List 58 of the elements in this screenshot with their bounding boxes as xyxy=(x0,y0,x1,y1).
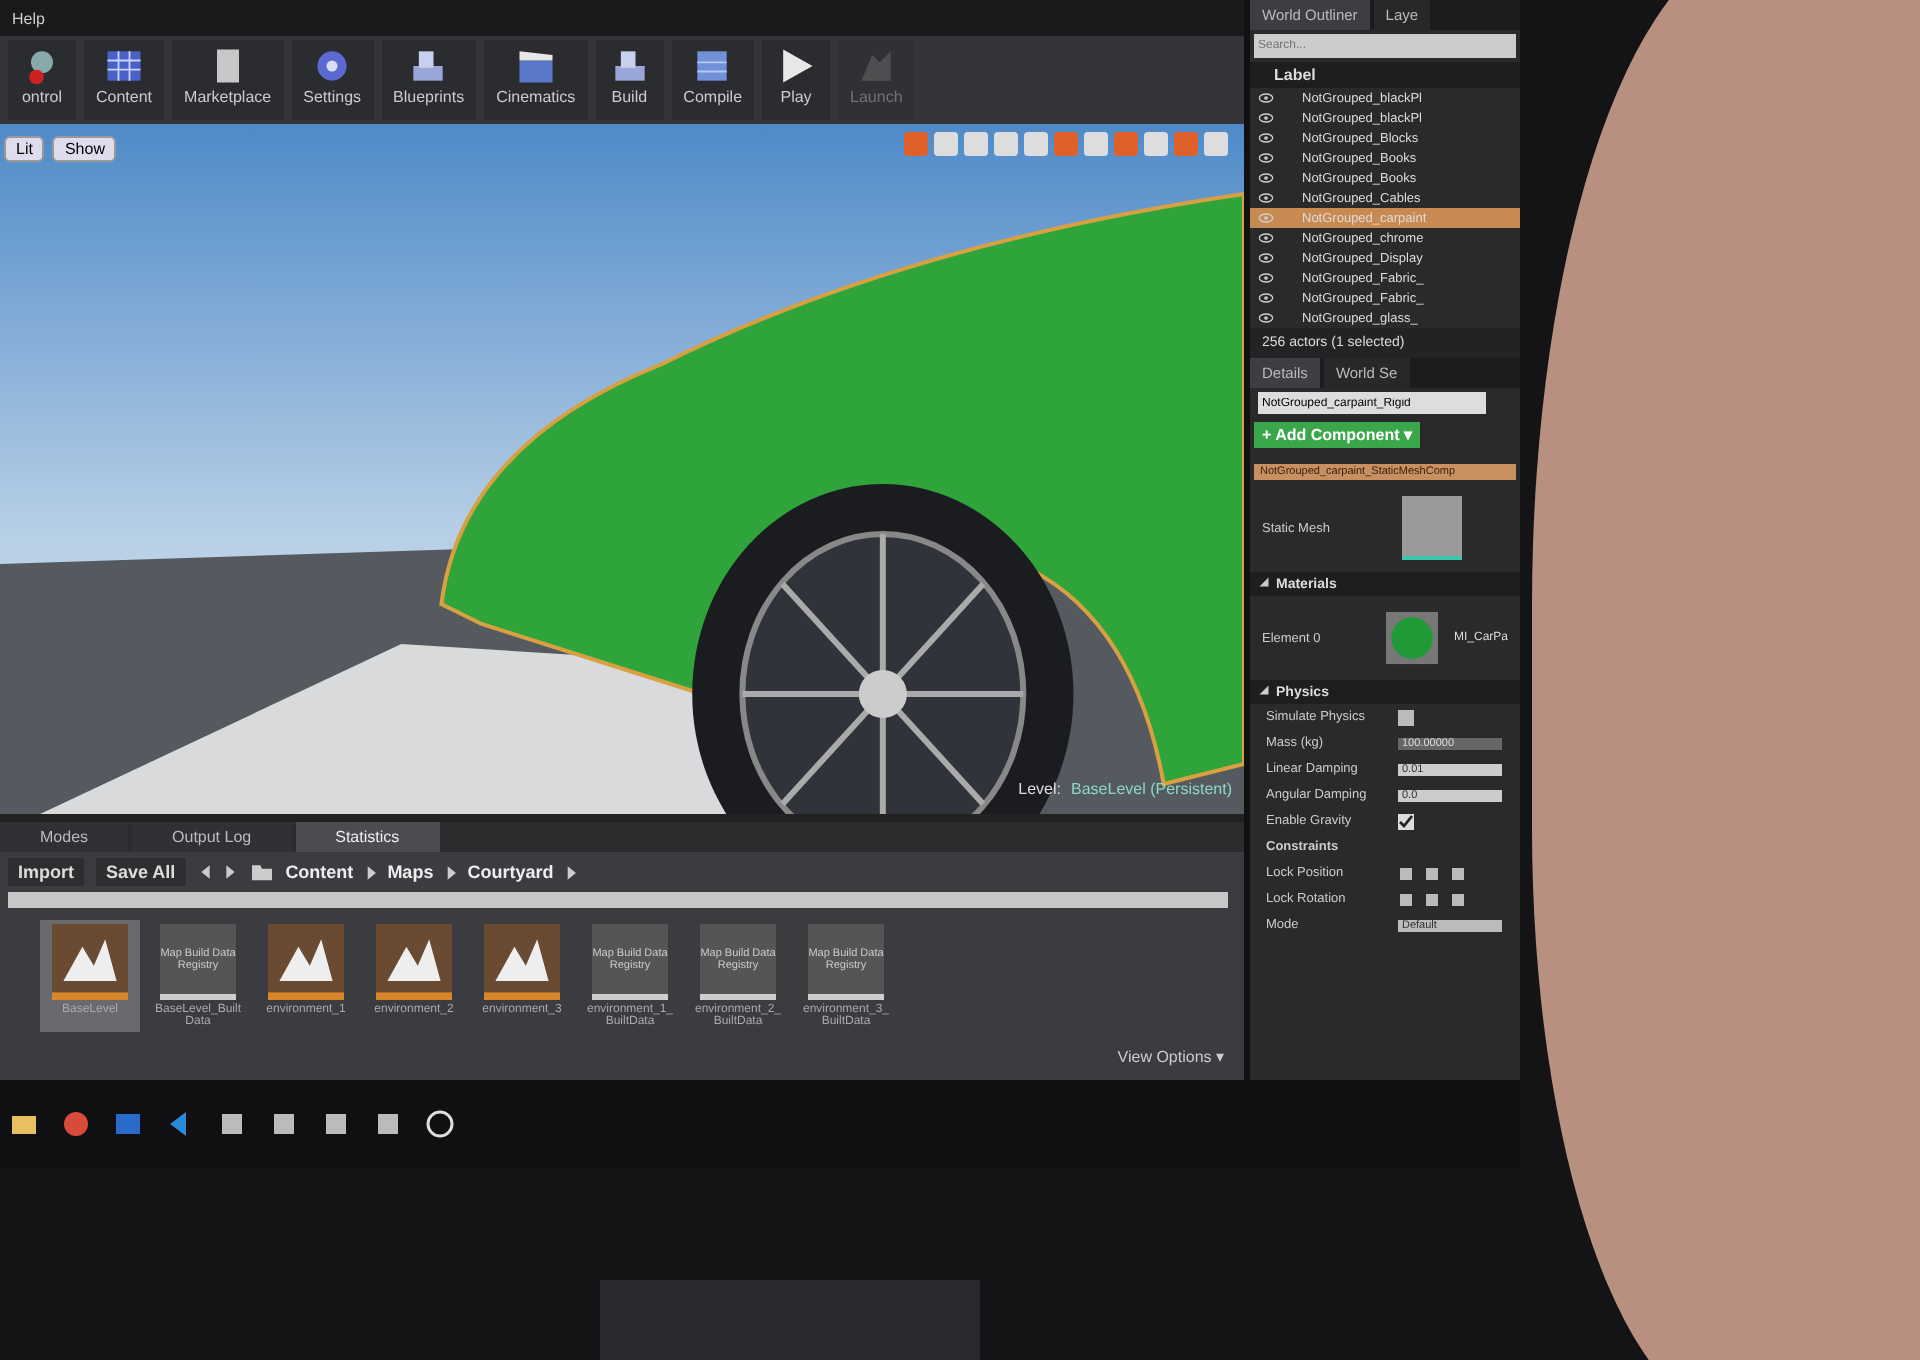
app-icon[interactable] xyxy=(268,1108,300,1140)
eye-icon[interactable] xyxy=(1258,152,1274,164)
level-label: Level: xyxy=(1018,780,1062,798)
viewport-button[interactable]: Show xyxy=(52,136,117,162)
chevron-icon xyxy=(365,865,376,879)
back-forward-icon[interactable] xyxy=(197,862,238,882)
toolbar-button[interactable]: Marketplace xyxy=(172,40,284,120)
eye-icon[interactable] xyxy=(1258,112,1274,124)
checkbox[interactable] xyxy=(1398,813,1414,829)
toolbar-button[interactable]: Blueprints xyxy=(381,40,477,120)
chevron-icon xyxy=(565,865,576,879)
axis-lock-checkboxes-icon[interactable] xyxy=(1398,865,1470,881)
breadcrumb-item[interactable]: Courtyard xyxy=(467,862,554,882)
toolbar-button[interactable]: ontrol xyxy=(8,40,76,120)
eye-icon[interactable] xyxy=(1258,312,1274,324)
level-name: BaseLevel (Persistent) xyxy=(1071,780,1232,798)
toolbar-button[interactable]: Cinematics xyxy=(484,40,588,120)
axis-lock-checkboxes-icon[interactable] xyxy=(1398,891,1470,907)
viewport-button[interactable]: Lit xyxy=(4,136,45,162)
expanded-triangle-icon[interactable] xyxy=(1258,576,1270,588)
column-header[interactable]: Label xyxy=(1250,62,1520,88)
toolbar-button[interactable]: Build xyxy=(595,40,664,120)
app-icon[interactable] xyxy=(320,1108,352,1140)
app-icon[interactable] xyxy=(372,1108,404,1140)
app-icon[interactable] xyxy=(216,1108,248,1140)
eye-icon[interactable] xyxy=(1258,92,1274,104)
eye-icon[interactable] xyxy=(1258,292,1274,304)
panel-tab[interactable]: Statistics xyxy=(295,822,440,852)
panel-tab[interactable]: Modes xyxy=(0,822,129,852)
view-options-button[interactable]: View Options ▾ xyxy=(1105,1046,1236,1068)
save-all-button[interactable]: Save All xyxy=(96,858,186,886)
toolbar-button[interactable]: Play xyxy=(762,40,831,120)
eye-icon[interactable] xyxy=(1258,252,1274,264)
toolbar-button[interactable]: Content xyxy=(84,40,165,120)
menu-item[interactable]: Help xyxy=(12,9,45,27)
toolbar-button[interactable]: Settings xyxy=(291,40,374,120)
breadcrumb-item[interactable]: Maps xyxy=(387,862,434,882)
breadcrumb-item[interactable]: Content xyxy=(285,862,354,882)
eye-icon[interactable] xyxy=(1258,272,1274,284)
chevron-icon xyxy=(445,865,456,879)
level-thumbnail-icon xyxy=(52,924,128,1000)
toolbar-button[interactable]: Compile xyxy=(671,40,755,120)
expanded-triangle-icon[interactable] xyxy=(1258,684,1270,696)
folder-icon xyxy=(249,862,274,882)
eye-icon[interactable] xyxy=(1258,232,1274,244)
browser-icon[interactable] xyxy=(60,1108,92,1140)
panel-tab[interactable]: Output Log xyxy=(132,822,292,852)
import-button[interactable]: Import xyxy=(8,858,84,886)
eye-icon[interactable] xyxy=(1258,132,1274,144)
eye-icon[interactable] xyxy=(1258,172,1274,184)
eye-icon[interactable] xyxy=(1258,192,1274,204)
level-thumbnail-icon xyxy=(268,924,344,1000)
mesh-thumbnail[interactable] xyxy=(1402,496,1462,560)
logo-icon[interactable] xyxy=(424,1108,456,1140)
level-thumbnail-icon xyxy=(484,924,560,1000)
search-field[interactable] xyxy=(8,892,1228,908)
level-thumbnail-icon xyxy=(376,924,452,1000)
checkbox[interactable] xyxy=(1398,709,1414,725)
